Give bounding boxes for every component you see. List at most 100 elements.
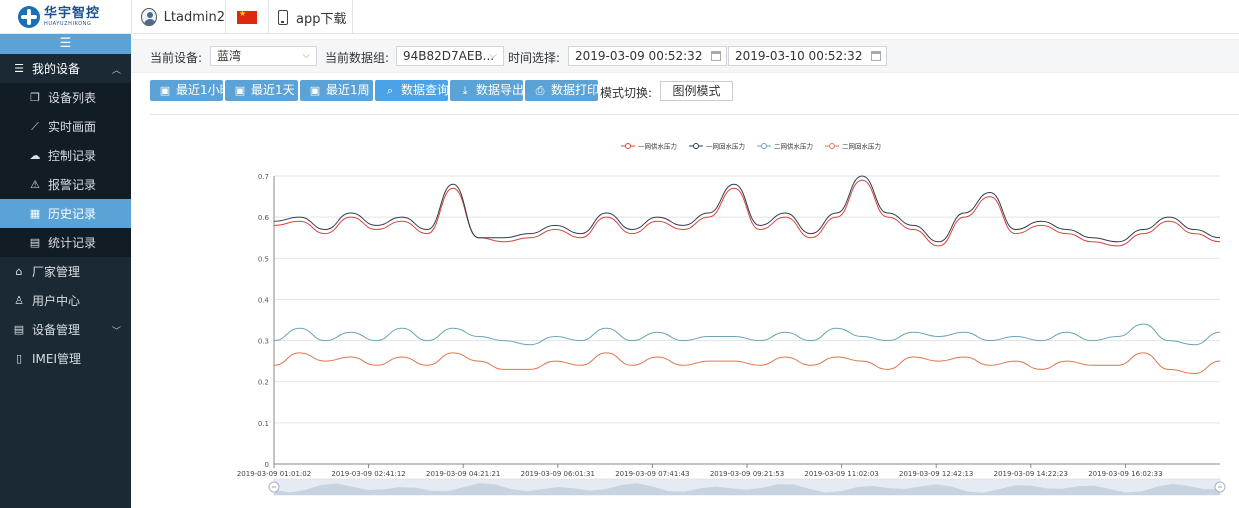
data-group-select[interactable]: 94B82D7AEB... ⌵: [396, 46, 504, 66]
mode-switch-button[interactable]: 图例模式: [660, 81, 733, 101]
y-tick-label: 0.1: [258, 420, 269, 428]
print-button[interactable]: ⎙ 数据打印: [525, 80, 598, 101]
logo-en: HUAYUZHIKONG: [44, 21, 92, 27]
last-week-label: 最近1周: [326, 83, 370, 97]
table-icon: ▦: [29, 207, 41, 220]
sidebar-item-label: 我的设备: [32, 62, 81, 76]
android-phone-icon: [278, 9, 288, 25]
divider: [150, 114, 1239, 115]
sidebar-item-imei[interactable]: ▯ IMEI管理: [0, 344, 131, 373]
y-tick-label: 0.5: [258, 255, 269, 263]
filter-bar: 当前设备: 蓝湾 ⌵ 当前数据组: 94B82D7AEB... ⌵ 时间选择: …: [131, 39, 1239, 73]
sidebar-item-user-center[interactable]: ♙ 用户中心: [0, 286, 131, 315]
sidebar-item-label: 设备列表: [48, 91, 97, 105]
copy-icon: ❐: [30, 91, 40, 104]
sidebar-item-device-list[interactable]: ❐ 设备列表: [0, 83, 131, 112]
legend-marker: [693, 143, 699, 149]
legend-label: 二网回水压力: [842, 142, 881, 151]
device-select[interactable]: 蓝湾 ⌵: [210, 46, 317, 66]
calendar-icon: ▣: [159, 84, 171, 97]
line-chart-icon: ⟋: [31, 119, 39, 133]
action-toolbar: ▣ 最近1小时 ▣ 最近1天 ▣ 最近1周 ⌕ 数据查询 ⤓ 数据导出 ⎙ 数据打印 模式切…: [131, 80, 1239, 102]
x-tick-label: 2019-03-09 07:41:43: [615, 470, 689, 478]
sidebar: ☰ ☰ 我的设备 ︿ ❐ 设备列表 ⟋ 实时画面 ☁ 控制记录 ⚠ 报警记录 ▦…: [0, 34, 131, 508]
series-line: [273, 352, 1221, 375]
brand-logo[interactable]: 华宇智控 HUAYUZHIKONG: [0, 0, 131, 34]
sidebar-item-vendors[interactable]: ⌂ 厂家管理: [0, 257, 131, 286]
sidebar-item-label: 设备管理: [32, 323, 81, 337]
logo-text: 华宇智控 HUAYUZHIKONG: [44, 7, 100, 27]
time-label: 时间选择:: [508, 51, 561, 65]
y-tick-label: 0.7: [258, 173, 269, 181]
x-tick-label: 2019-03-09 09:21:53: [710, 470, 784, 478]
warning-icon: ⚠: [30, 178, 40, 191]
sidebar-item-label: 报警记录: [48, 178, 97, 192]
device-select-value: 蓝湾: [217, 49, 242, 63]
sidebar-item-label: IMEI管理: [32, 352, 82, 366]
logo-cn: 华宇智控: [44, 6, 101, 21]
sidebar-item-history[interactable]: ▦ 历史记录: [0, 199, 131, 228]
y-tick-label: 0.2: [258, 379, 269, 387]
y-tick-label: 0: [265, 461, 269, 469]
last-hour-label: 最近1小时: [176, 83, 223, 97]
chevron-down-icon: ⌵: [489, 50, 497, 61]
mobile-icon: ▯: [15, 352, 23, 365]
sidebar-item-label: 历史记录: [48, 207, 97, 221]
series-line: [273, 323, 1221, 346]
x-tick-label: 2019-03-09 01:01:02: [237, 470, 311, 478]
legend-label: 一网回水压力: [706, 142, 745, 151]
last-hour-button[interactable]: ▣ 最近1小时: [150, 80, 223, 101]
sidebar-item-alarm-log[interactable]: ⚠ 报警记录: [0, 170, 131, 199]
print-label: 数据打印: [551, 83, 598, 97]
query-label: 数据查询: [401, 83, 448, 97]
sidebar-item-label: 统计记录: [48, 236, 97, 250]
export-button[interactable]: ⤓ 数据导出: [450, 80, 523, 101]
chevron-down-icon: ⌵: [302, 50, 310, 61]
home-icon: ⌂: [15, 265, 23, 278]
logo-mark-icon: [18, 6, 40, 28]
query-button[interactable]: ⌕ 数据查询: [375, 80, 448, 101]
x-tick-label: 2019-03-09 12:42:13: [899, 470, 973, 478]
sidebar-item-label: 控制记录: [48, 149, 97, 163]
data-group-label: 当前数据组:: [325, 51, 390, 65]
y-tick-label: 0.6: [258, 214, 270, 222]
x-tick-label: 2019-03-09 11:02:03: [804, 470, 878, 478]
start-time-value: 2019-03-09 00:52:32: [575, 49, 703, 63]
x-tick-label: 2019-03-09 16:02:33: [1088, 470, 1162, 478]
legend-marker: [761, 143, 767, 149]
sidebar-item-label: 用户中心: [32, 294, 81, 308]
sidebar-item-my-devices[interactable]: ☰ 我的设备 ︿: [0, 54, 131, 83]
y-tick-label: 0.3: [258, 338, 269, 346]
avatar-icon: [141, 8, 157, 26]
app-download-label: app下载: [296, 11, 347, 27]
report-icon: ▤: [29, 236, 41, 249]
x-tick-label: 2019-03-09 14:22:23: [994, 470, 1068, 478]
hamburger-icon: ☰: [59, 36, 72, 51]
last-week-button[interactable]: ▣ 最近1周: [300, 80, 373, 101]
x-tick-label: 2019-03-09 02:41:12: [331, 470, 405, 478]
sidebar-item-statistics[interactable]: ▤ 统计记录: [0, 228, 131, 257]
device-label: 当前设备:: [150, 51, 203, 65]
language-switch[interactable]: [225, 0, 268, 34]
data-group-value: 94B82D7AEB...: [403, 49, 495, 63]
calendar-icon: [711, 51, 721, 61]
sidebar-item-device-management[interactable]: ▤ 设备管理 ﹀: [0, 315, 131, 344]
start-time-input[interactable]: 2019-03-09 00:52:32: [568, 46, 727, 66]
sidebar-item-realtime[interactable]: ⟋ 实时画面: [0, 112, 131, 141]
export-label: 数据导出: [476, 83, 523, 97]
end-time-value: 2019-03-10 00:52:32: [735, 49, 863, 63]
legend-marker: [625, 143, 631, 149]
download-icon: ⤓: [462, 84, 468, 97]
series-line: [273, 179, 1221, 247]
end-time-input[interactable]: 2019-03-10 00:52:32: [728, 46, 887, 66]
app-download-link[interactable]: app下载: [268, 0, 353, 34]
chevron-up-icon: ︿: [111, 66, 121, 76]
calendar-icon: ▣: [234, 84, 246, 97]
menu-toggle-button[interactable]: ☰: [0, 34, 131, 54]
sidebar-item-label: 实时画面: [48, 120, 97, 134]
legend-label: 一网供水压力: [638, 142, 677, 151]
database-icon: ▤: [13, 323, 25, 336]
user-menu[interactable]: Ltadmin2: [131, 0, 225, 34]
last-day-button[interactable]: ▣ 最近1天: [225, 80, 298, 101]
sidebar-item-control-log[interactable]: ☁ 控制记录: [0, 141, 131, 170]
